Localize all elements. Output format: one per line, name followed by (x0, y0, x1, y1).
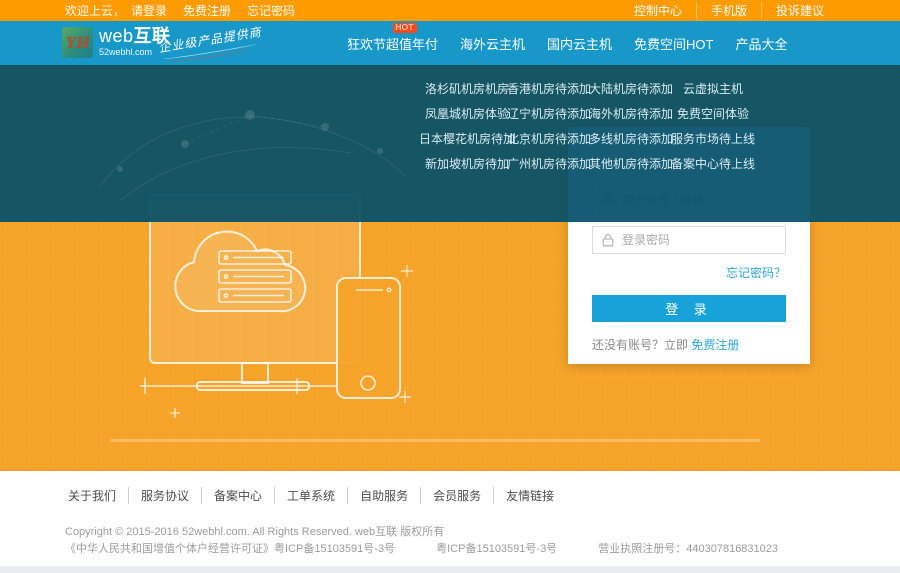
topbar-right: 控制中心 手机版 投诉建议 (620, 0, 838, 21)
dropdown-column-la: 洛杉矶机房机房 凤凰城机房体验 日本樱花机房待加 新加坡机房待加 (426, 77, 508, 177)
dropdown-link[interactable]: 海外机房待添加 (589, 102, 673, 127)
dropdown-link[interactable]: 日本樱花机房待加 (419, 127, 515, 152)
nav-menu: HOT 狂欢节超值年付 海外云主机 国内云主机 免费空间HOT 产品大全 (336, 21, 799, 65)
footer-links: 关于我们 服务协议 备案中心 工单系统 自助服务 会员服务 友情链接 (68, 487, 566, 504)
forgot-password-link[interactable]: 忘记密码 (247, 2, 295, 19)
nav-item-label: 产品大全 (736, 34, 788, 53)
slider-progress-line (110, 439, 760, 442)
nav-item-all-products[interactable]: 产品大全 (725, 21, 799, 65)
footer-link-member[interactable]: 会员服务 (420, 487, 493, 504)
dropdown-link[interactable]: 大陆机房待添加 (589, 77, 673, 102)
nav-item-label: 狂欢节超值年付 (347, 34, 438, 53)
hot-badge: HOT (393, 23, 417, 33)
dropdown-link[interactable]: 其他机房待添加 (589, 152, 673, 177)
logo-icon: YH (62, 27, 93, 58)
dropdown-link[interactable]: 新加坡机房待加 (425, 152, 509, 177)
icp-license-2: 粤ICP备15103591号-3号 (436, 543, 557, 555)
control-center-link[interactable]: 控制中心 (620, 2, 696, 19)
dropdown-link[interactable]: 辽宁机房待添加 (507, 102, 591, 127)
nav-item-free-space[interactable]: 免费空间HOT (623, 21, 724, 65)
copyright-text: Copyright © 2015-2016 52webhl.com. All R… (65, 523, 444, 539)
topbar-left: 欢迎上云， 请登录 免费注册 忘记密码 (65, 0, 311, 21)
footer: 关于我们 服务协议 备案中心 工单系统 自助服务 会员服务 友情链接 Copyr… (0, 471, 900, 573)
dropdown-link[interactable]: 备案中心待上线 (671, 152, 755, 177)
topbar: 欢迎上云， 请登录 免费注册 忘记密码 控制中心 手机版 投诉建议 (0, 0, 900, 21)
mega-dropdown: 洛杉矶机房机房 凤凰城机房体验 日本樱花机房待加 新加坡机房待加 香港机房待添加… (0, 65, 900, 222)
register-row: 还没有账号？立即 免费注册 (592, 336, 786, 353)
dropdown-link[interactable]: 洛杉矶机房机房 (425, 77, 509, 102)
footer-link-about[interactable]: 关于我们 (68, 487, 128, 504)
page: 欢迎上云， 请登录 免费注册 忘记密码 控制中心 手机版 投诉建议 YH web… (0, 0, 900, 573)
main-navbar: YH web互联 52webhl.com 企业级产品提供商 HOT 狂欢节超值年… (0, 21, 900, 65)
dropdown-link[interactable]: 云虚拟主机 (683, 77, 743, 102)
nav-item-overseas-cloud[interactable]: 海外云主机 (449, 21, 536, 65)
network-plexus-decoration (90, 91, 410, 206)
nav-item-domestic-cloud[interactable]: 国内云主机 (536, 21, 623, 65)
login-link[interactable]: 请登录 (131, 2, 167, 19)
forgot-password-link-panel[interactable]: 忘记密码？ (726, 266, 786, 280)
footer-link-selfservice[interactable]: 自助服务 (347, 487, 420, 504)
footer-link-icp-center[interactable]: 备案中心 (201, 487, 274, 504)
dropdown-link[interactable]: 香港机房待添加 (507, 77, 591, 102)
slogan-stamp: 企业级产品提供商 (157, 23, 262, 56)
dropdown-column-vhost: 云虚拟主机 免费空间体验 服务市场待上线 备案中心待上线 (672, 77, 754, 177)
password-field-wrap (592, 226, 786, 254)
dropdown-link[interactable]: 北京机房待添加 (507, 127, 591, 152)
nav-item-label: 海外云主机 (460, 34, 525, 53)
dropdown-column-hk: 香港机房待添加 辽宁机房待添加 北京机房待添加 广州机房待添加 (508, 77, 590, 177)
dropdown-link[interactable]: 多线机房待添加 (589, 127, 673, 152)
forgot-row: 忘记密码？ (592, 264, 786, 282)
welcome-text: 欢迎上云， (65, 2, 125, 19)
logo[interactable]: YH web互联 52webhl.com (62, 27, 171, 58)
login-button[interactable]: 登 录 (592, 295, 786, 322)
nav-item-label: 国内云主机 (547, 34, 612, 53)
cloud-server-illustration (135, 193, 435, 443)
password-input[interactable] (622, 233, 777, 247)
register-hint: 还没有账号？立即 (592, 338, 691, 352)
footer-link-terms[interactable]: 服务协议 (128, 487, 201, 504)
brand-prefix: web (99, 26, 134, 46)
business-license: 营业执照注册号：440307816831023 (598, 543, 778, 555)
free-register-link[interactable]: 免费注册 (691, 338, 739, 352)
feedback-link[interactable]: 投诉建议 (761, 2, 838, 19)
dropdown-link[interactable]: 广州机房待添加 (507, 152, 591, 177)
dropdown-columns: 洛杉矶机房机房 凤凰城机房体验 日本樱花机房待加 新加坡机房待加 香港机房待添加… (426, 77, 754, 177)
dropdown-link[interactable]: 凤凰城机房体验 (425, 102, 509, 127)
nav-item-carnival[interactable]: HOT 狂欢节超值年付 (336, 21, 449, 65)
icp-row: 《中华人民共和国增值个体户经营许可证》粤ICP备15103591号-3号 粤IC… (65, 540, 816, 556)
nav-item-label: 免费空间HOT (634, 34, 713, 53)
footer-link-friends[interactable]: 友情链接 (493, 487, 566, 504)
mobile-version-link[interactable]: 手机版 (696, 2, 761, 19)
lock-icon (601, 233, 615, 247)
dropdown-column-mainland: 大陆机房待添加 海外机房待添加 多线机房待添加 其他机房待添加 (590, 77, 672, 177)
footer-link-tickets[interactable]: 工单系统 (274, 487, 347, 504)
dropdown-link[interactable]: 免费空间体验 (677, 102, 749, 127)
hero-banner: 忘记密码？ 登 录 还没有账号？立即 免费注册 (0, 65, 900, 471)
bottom-strip (0, 566, 900, 573)
register-link[interactable]: 免费注册 (183, 2, 231, 19)
icp-license-1: 《中华人民共和国增值个体户经营许可证》粤ICP备15103591号-3号 (65, 543, 395, 555)
dropdown-link[interactable]: 服务市场待上线 (671, 127, 755, 152)
